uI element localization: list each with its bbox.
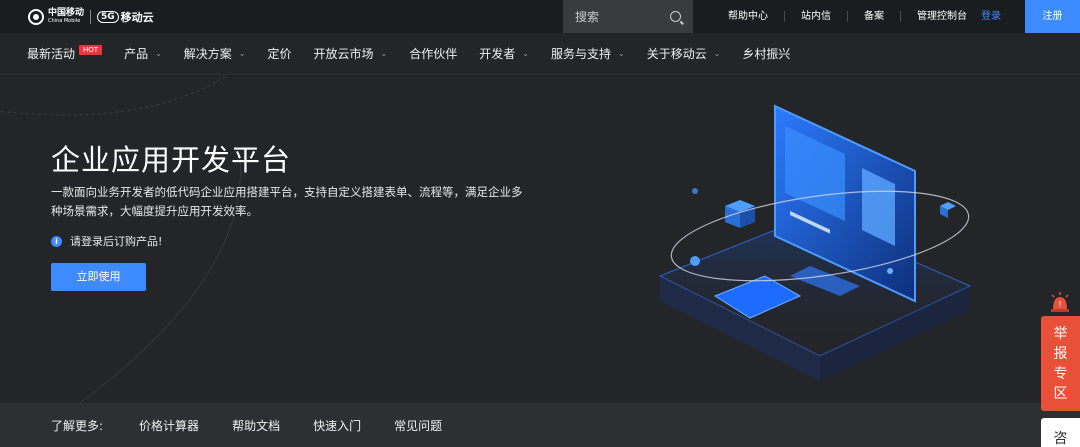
logo-cloud-text: 移动云 xyxy=(120,10,154,24)
search-placeholder[interactable]: 搜索 xyxy=(575,8,599,25)
chevron-down-icon: ⌄ xyxy=(522,49,529,58)
nav-item-solutions[interactable]: 解决方案 ⌄ xyxy=(184,45,246,62)
logo-cn-text: 中国移动 xyxy=(48,8,85,18)
china-mobile-logo-icon xyxy=(28,8,44,25)
help-docs-link[interactable]: 帮助文档 xyxy=(232,417,280,434)
nav-item-pricing[interactable]: 定价 xyxy=(268,45,292,62)
top-links: 帮助中心 站内信 备案 管理控制台 xyxy=(712,0,983,33)
icp-filing-link[interactable]: 备案 xyxy=(848,11,901,22)
chevron-down-icon: ⌄ xyxy=(155,49,162,58)
alarm-icon: ! xyxy=(1051,292,1069,312)
nav-item-products[interactable]: 产品 ⌄ xyxy=(124,45,162,62)
nav-item-support[interactable]: 服务与支持 ⌄ xyxy=(551,45,625,62)
logo-en-text: China Mobile xyxy=(48,18,81,24)
info-icon: i xyxy=(51,235,62,247)
chevron-down-icon: ⌄ xyxy=(238,49,246,58)
nav-item-rural-revitalization[interactable]: 乡村振兴 xyxy=(742,45,790,62)
help-center-link[interactable]: 帮助中心 xyxy=(712,11,785,22)
quick-start-link[interactable]: 快速入门 xyxy=(313,417,361,434)
nav-item-partners[interactable]: 合作伙伴 xyxy=(409,45,457,62)
brand-logo[interactable]: 中国移动 China Mobile 5G 移动云 xyxy=(28,0,154,33)
learn-more-bar: 了解更多: 价格计算器 帮助文档 快速入门 常见问题 xyxy=(0,403,1080,447)
register-button[interactable]: 注册 xyxy=(1025,0,1080,33)
chevron-down-icon: ⌄ xyxy=(618,49,625,58)
logo-divider xyxy=(90,9,92,24)
top-bar: 中国移动 China Mobile 5G 移动云 搜索 帮助中心 站内信 备案 … xyxy=(0,0,1080,33)
search-icon[interactable] xyxy=(670,11,681,22)
login-link[interactable]: 登录 xyxy=(981,0,1001,33)
report-zone-button[interactable]: 举 报 专 区 xyxy=(1041,316,1080,411)
nav-item-cloud-market[interactable]: 开放云市场 ⌄ xyxy=(314,45,388,62)
nav-item-about[interactable]: 关于移动云 ⌄ xyxy=(647,45,721,62)
login-notice: i 请登录后订购产品! xyxy=(51,233,162,249)
svg-text:!: ! xyxy=(1058,300,1061,309)
search-box[interactable]: 搜索 xyxy=(563,0,693,33)
hero-description: 一款面向业务开发者的低代码企业应用搭建平台，支持自定义搭建表单、流程等，满足企业… xyxy=(51,185,523,218)
consult-button[interactable]: 咨 xyxy=(1041,418,1080,447)
hero-banner: 企业应用开发平台 一款面向业务开发者的低代码企业应用搭建平台，支持自定义搭建表单… xyxy=(0,76,1080,403)
platform-illustration-icon xyxy=(658,104,972,381)
hot-badge: HOT xyxy=(79,44,103,55)
5g-badge: 5G xyxy=(97,10,119,23)
nav-item-latest-activities[interactable]: 最新活动 HOT xyxy=(27,44,103,62)
notice-text: 请登录后订购产品! xyxy=(70,235,163,248)
inbox-link[interactable]: 站内信 xyxy=(785,11,848,22)
chevron-down-icon: ⌄ xyxy=(713,49,721,58)
nav-item-developers[interactable]: 开发者 ⌄ xyxy=(479,45,529,62)
learn-more-label: 了解更多: xyxy=(51,418,104,433)
price-calculator-link[interactable]: 价格计算器 xyxy=(139,417,199,434)
mobile-cloud-logo: 5G 移动云 xyxy=(97,9,154,25)
page-title: 企业应用开发平台 xyxy=(51,143,292,177)
chevron-down-icon: ⌄ xyxy=(380,49,388,58)
console-link[interactable]: 管理控制台 xyxy=(901,11,983,22)
faq-link[interactable]: 常见问题 xyxy=(394,417,442,434)
use-now-button[interactable]: 立即使用 xyxy=(51,263,146,291)
main-nav: 最新活动 HOT 产品 ⌄ 解决方案 ⌄ 定价 开放云市场 ⌄ 合作伙伴 开发者 ⌄ 服… xyxy=(0,33,1080,75)
